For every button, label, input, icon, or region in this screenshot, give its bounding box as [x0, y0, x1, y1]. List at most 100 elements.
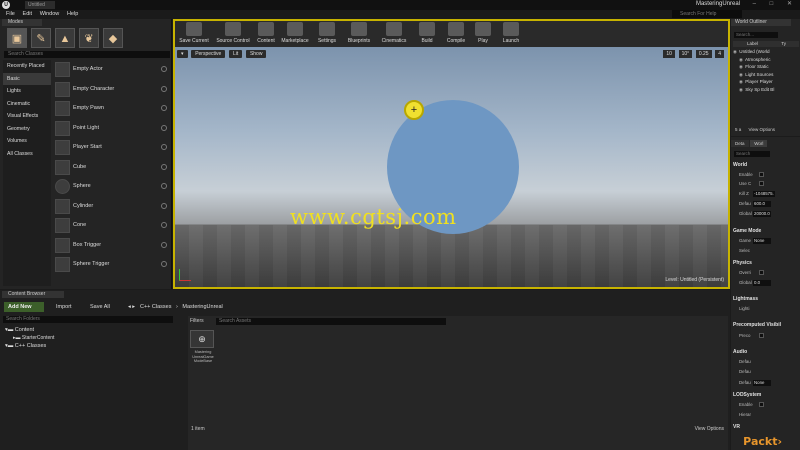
outliner-row[interactable]: ◉ Light Sources: [733, 71, 799, 79]
list-item[interactable]: Box Trigger: [53, 236, 169, 256]
foliage-mode-button[interactable]: ❦: [79, 28, 99, 48]
info-icon[interactable]: [161, 124, 167, 131]
section-vr[interactable]: VR: [733, 424, 799, 431]
section-precomputed-visibility[interactable]: Precomputed Visibil: [733, 322, 799, 329]
compile-button[interactable]: Compile: [443, 22, 469, 47]
search-folders-input[interactable]: Search Folders: [3, 316, 173, 323]
lit-button[interactable]: Lit: [228, 50, 243, 58]
save-all-button[interactable]: Save All: [90, 302, 110, 312]
lod-enable-checkbox[interactable]: [759, 402, 764, 407]
section-lightmass[interactable]: Lightmass: [733, 296, 799, 303]
info-icon[interactable]: [161, 85, 167, 92]
type-column-header[interactable]: Ty: [781, 41, 786, 46]
info-icon[interactable]: [161, 222, 167, 228]
eye-icon[interactable]: ◉: [739, 56, 744, 64]
place-mode-button[interactable]: ▣: [7, 28, 27, 48]
cinematics-button[interactable]: Cinematics: [377, 22, 411, 47]
details-search-input[interactable]: Search: [734, 151, 770, 157]
list-item[interactable]: Player Start: [53, 138, 169, 158]
list-item[interactable]: Empty Character: [53, 80, 169, 100]
search-classes-input[interactable]: Search Classes: [4, 51, 170, 58]
category-recently-placed[interactable]: Recently Placed: [3, 60, 51, 73]
content-view-options[interactable]: View Options: [695, 426, 724, 432]
label-column-header[interactable]: Label: [747, 41, 758, 46]
outliner-search-input[interactable]: Search...: [734, 32, 778, 38]
grid-snap-value[interactable]: 10: [663, 50, 675, 58]
content-browser-tab[interactable]: Content Browser: [2, 291, 64, 298]
add-new-button[interactable]: Add New: [4, 302, 44, 312]
info-icon[interactable]: [161, 183, 167, 189]
global-field[interactable]: 20000.0: [753, 210, 771, 217]
category-cinematic[interactable]: Cinematic: [3, 98, 51, 111]
default-field[interactable]: 600.0: [753, 200, 771, 207]
menu-help[interactable]: Help: [67, 10, 78, 19]
use-c-checkbox[interactable]: [759, 181, 764, 186]
section-game-mode[interactable]: Game Mode: [733, 228, 799, 235]
menu-file[interactable]: File: [6, 10, 15, 19]
tree-item-starter-content[interactable]: ▸▬ StarterContent: [13, 335, 54, 341]
landscape-mode-button[interactable]: ▲: [55, 28, 75, 48]
outliner-row[interactable]: ◉ Atmospheric: [733, 56, 799, 64]
info-icon[interactable]: [161, 105, 167, 111]
category-volumes[interactable]: Volumes: [3, 135, 51, 148]
asset-tile[interactable]: ⊕ Mastering UnrealGame ModeBase: [190, 330, 216, 370]
list-item[interactable]: Cone: [53, 216, 169, 236]
info-icon[interactable]: [161, 66, 167, 72]
marketplace-button[interactable]: Marketplace: [279, 22, 311, 47]
global-gravity-field[interactable]: 0.0: [753, 279, 771, 286]
play-button[interactable]: Play: [471, 22, 495, 47]
breadcrumb-project[interactable]: MasteringUnreal: [182, 304, 222, 310]
level-tab[interactable]: Untitled: [25, 1, 55, 9]
list-item[interactable]: Point Light: [53, 119, 169, 139]
category-visual-effects[interactable]: Visual Effects: [3, 110, 51, 123]
section-world[interactable]: World: [733, 162, 799, 169]
section-audio[interactable]: Audio: [733, 349, 799, 356]
tree-item-cpp-classes[interactable]: ▾▬ C++ Classes: [5, 343, 46, 349]
info-icon[interactable]: [161, 241, 167, 248]
help-search-input[interactable]: Search For Help: [672, 10, 742, 18]
list-item[interactable]: Cylinder: [53, 197, 169, 217]
category-geometry[interactable]: Geometry: [3, 123, 51, 136]
list-item[interactable]: Cube: [53, 158, 169, 178]
game-mode-select[interactable]: None: [753, 237, 771, 244]
eye-icon[interactable]: ◉: [733, 48, 738, 56]
eye-icon[interactable]: ◉: [739, 63, 744, 71]
tree-item-content[interactable]: ▾▬ Content: [5, 327, 34, 333]
category-basic[interactable]: Basic: [3, 72, 51, 85]
outliner-row[interactable]: ◉ Untitled (World: [733, 48, 799, 56]
category-all-classes[interactable]: All Classes: [3, 148, 51, 161]
settings-button[interactable]: Settings: [313, 22, 341, 47]
build-button[interactable]: Build: [413, 22, 441, 47]
info-icon[interactable]: [161, 144, 167, 150]
camera-speed-value[interactable]: 4: [715, 50, 724, 58]
search-assets-input[interactable]: Search Assets: [216, 318, 446, 325]
audio-default-select[interactable]: None: [753, 379, 771, 386]
tab-details[interactable]: Deta: [731, 140, 749, 147]
filters-button[interactable]: Filters: [190, 318, 204, 325]
kill-z-field[interactable]: -1048575.: [753, 190, 775, 197]
world-outliner-tab[interactable]: World Outliner: [731, 19, 791, 26]
section-lod-system[interactable]: LODSystem: [733, 392, 799, 399]
eye-icon[interactable]: ◉: [739, 86, 744, 94]
breadcrumb-cpp-classes[interactable]: C++ Classes: [140, 304, 172, 310]
info-icon[interactable]: [161, 261, 167, 267]
menu-edit[interactable]: Edit: [23, 10, 32, 19]
section-physics[interactable]: Physics: [733, 260, 799, 267]
perspective-button[interactable]: Perspective: [191, 50, 226, 58]
paint-mode-button[interactable]: ✎: [31, 28, 51, 48]
outliner-row[interactable]: ◉ Sky Sp Edit Bl: [733, 86, 799, 94]
tab-world-settings[interactable]: Worl: [750, 140, 768, 147]
blueprints-button[interactable]: Blueprints: [343, 22, 375, 47]
source-control-button[interactable]: Source Control: [213, 22, 253, 47]
launch-button[interactable]: Launch: [497, 22, 525, 47]
outliner-view-options[interactable]: View Options: [749, 127, 775, 132]
eye-icon[interactable]: ◉: [739, 71, 744, 79]
viewport-menu-button[interactable]: ▾: [177, 50, 188, 58]
save-current-button[interactable]: Save Current: [177, 22, 211, 47]
outliner-row[interactable]: ◉ Floor Static: [733, 63, 799, 71]
enable-checkbox[interactable]: [759, 172, 764, 177]
modes-tab[interactable]: Modes: [2, 19, 42, 26]
level-viewport[interactable]: ▾ Perspective Lit Show 10 10° 0.25 4 + w…: [173, 47, 730, 289]
scale-snap-value[interactable]: 0.25: [695, 50, 712, 58]
info-icon[interactable]: [161, 202, 167, 209]
